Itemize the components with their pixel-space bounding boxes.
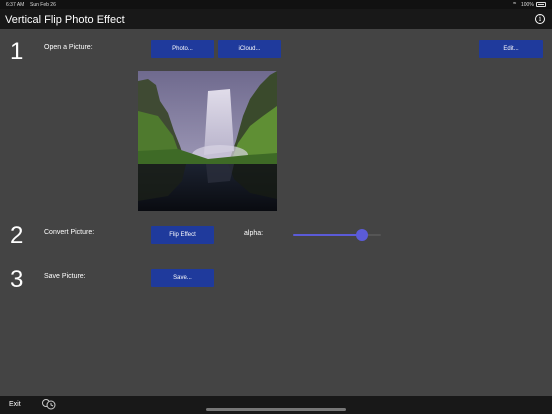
edit-button[interactable]: Edit... [479, 40, 543, 58]
home-indicator [206, 408, 346, 411]
alpha-slider-fill [293, 234, 362, 236]
wifi-icon: ≈ [513, 1, 517, 7]
battery-percent: 100% [521, 2, 534, 8]
app-title: Vertical Flip Photo Effect [5, 14, 125, 26]
history-icon[interactable] [41, 398, 57, 410]
step-3-label: Save Picture: [44, 273, 86, 280]
alpha-label: alpha: [244, 230, 264, 237]
step-2-label: Convert Picture: [44, 229, 95, 236]
exit-button[interactable]: Exit [9, 401, 21, 408]
status-date: Sun Feb 26 [30, 2, 56, 8]
flip-effect-button[interactable]: Flip Effect [151, 226, 214, 244]
step-3-number: 3 [10, 266, 24, 293]
photo-preview [138, 71, 277, 211]
info-icon[interactable]: i [535, 14, 545, 24]
save-button[interactable]: Save... [151, 269, 214, 287]
status-time: 6:37 AM [6, 2, 25, 8]
alpha-slider[interactable] [293, 228, 381, 242]
battery-icon [536, 2, 546, 7]
step-2-number: 2 [10, 222, 24, 249]
icloud-button[interactable]: iCloud... [218, 40, 281, 58]
bottom-toolbar: Exit [0, 396, 552, 414]
step-1-label: Open a Picture: [44, 44, 93, 51]
photo-image [138, 71, 277, 211]
alpha-slider-thumb[interactable] [355, 229, 368, 241]
status-bar: 6:37 AM Sun Feb 26 ≈ 100% [0, 0, 552, 9]
step-1-number: 1 [10, 38, 24, 65]
photo-button[interactable]: Photo... [151, 40, 214, 58]
title-bar: Vertical Flip Photo Effect i [0, 9, 552, 29]
